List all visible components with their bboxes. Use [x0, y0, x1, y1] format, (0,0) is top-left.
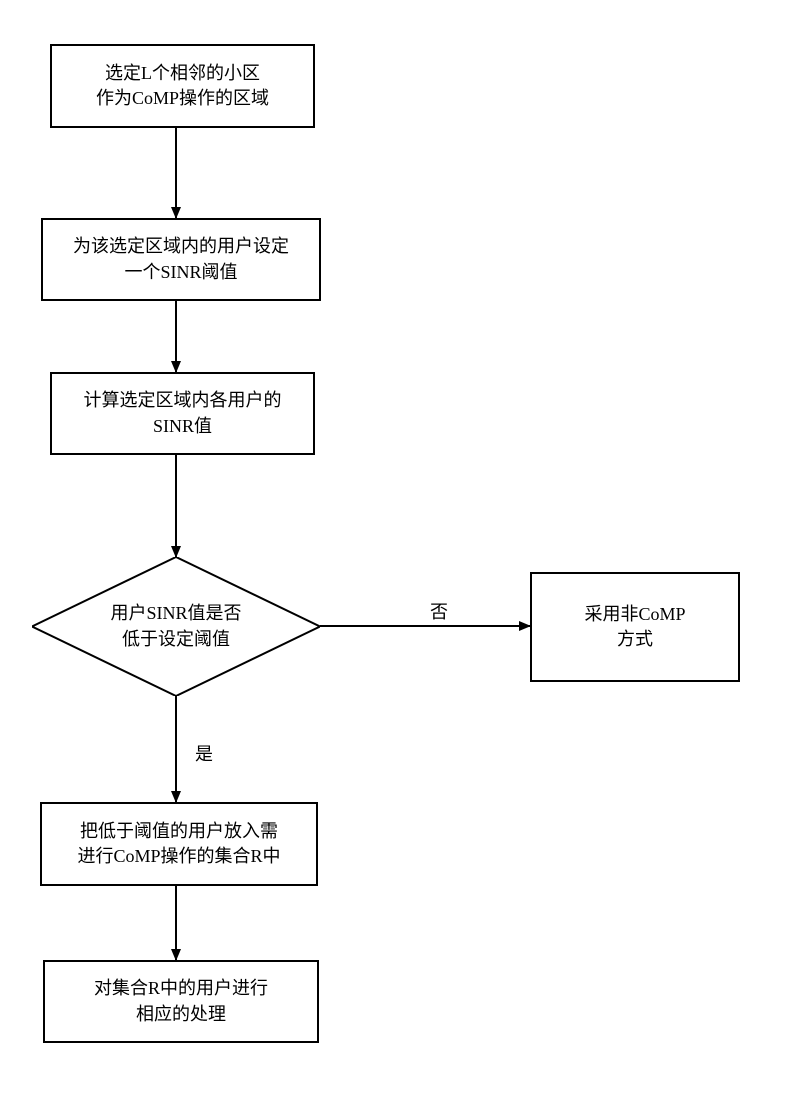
connector-arrows	[0, 0, 800, 1106]
flowchart-canvas: 选定L个相邻的小区作为CoMP操作的区域 为该选定区域内的用户设定一个SINR阈…	[0, 0, 800, 1106]
step-text: 为该选定区域内的用户设定一个SINR阈值	[73, 234, 289, 284]
step-process-set-r: 对集合R中的用户进行相应的处理	[43, 960, 319, 1043]
step-text: 计算选定区域内各用户的SINR值	[84, 388, 282, 438]
step-text: 采用非CoMP方式	[584, 602, 685, 652]
label-no: 否	[430, 598, 448, 624]
step-non-comp-mode: 采用非CoMP方式	[530, 572, 740, 682]
label-yes: 是	[195, 740, 213, 766]
step-compute-sinr: 计算选定区域内各用户的SINR值	[50, 372, 315, 455]
step-text: 选定L个相邻的小区作为CoMP操作的区域	[96, 61, 269, 111]
decision-sinr-below-threshold: 用户SINR值是否低于设定阈值	[32, 557, 320, 696]
step-add-to-set-r: 把低于阈值的用户放入需进行CoMP操作的集合R中	[40, 802, 318, 886]
decision-text: 用户SINR值是否低于设定阈值	[110, 601, 241, 651]
step-select-cells: 选定L个相邻的小区作为CoMP操作的区域	[50, 44, 315, 128]
step-set-sinr-threshold: 为该选定区域内的用户设定一个SINR阈值	[41, 218, 321, 301]
step-text: 把低于阈值的用户放入需进行CoMP操作的集合R中	[77, 819, 280, 869]
step-text: 对集合R中的用户进行相应的处理	[94, 976, 268, 1026]
